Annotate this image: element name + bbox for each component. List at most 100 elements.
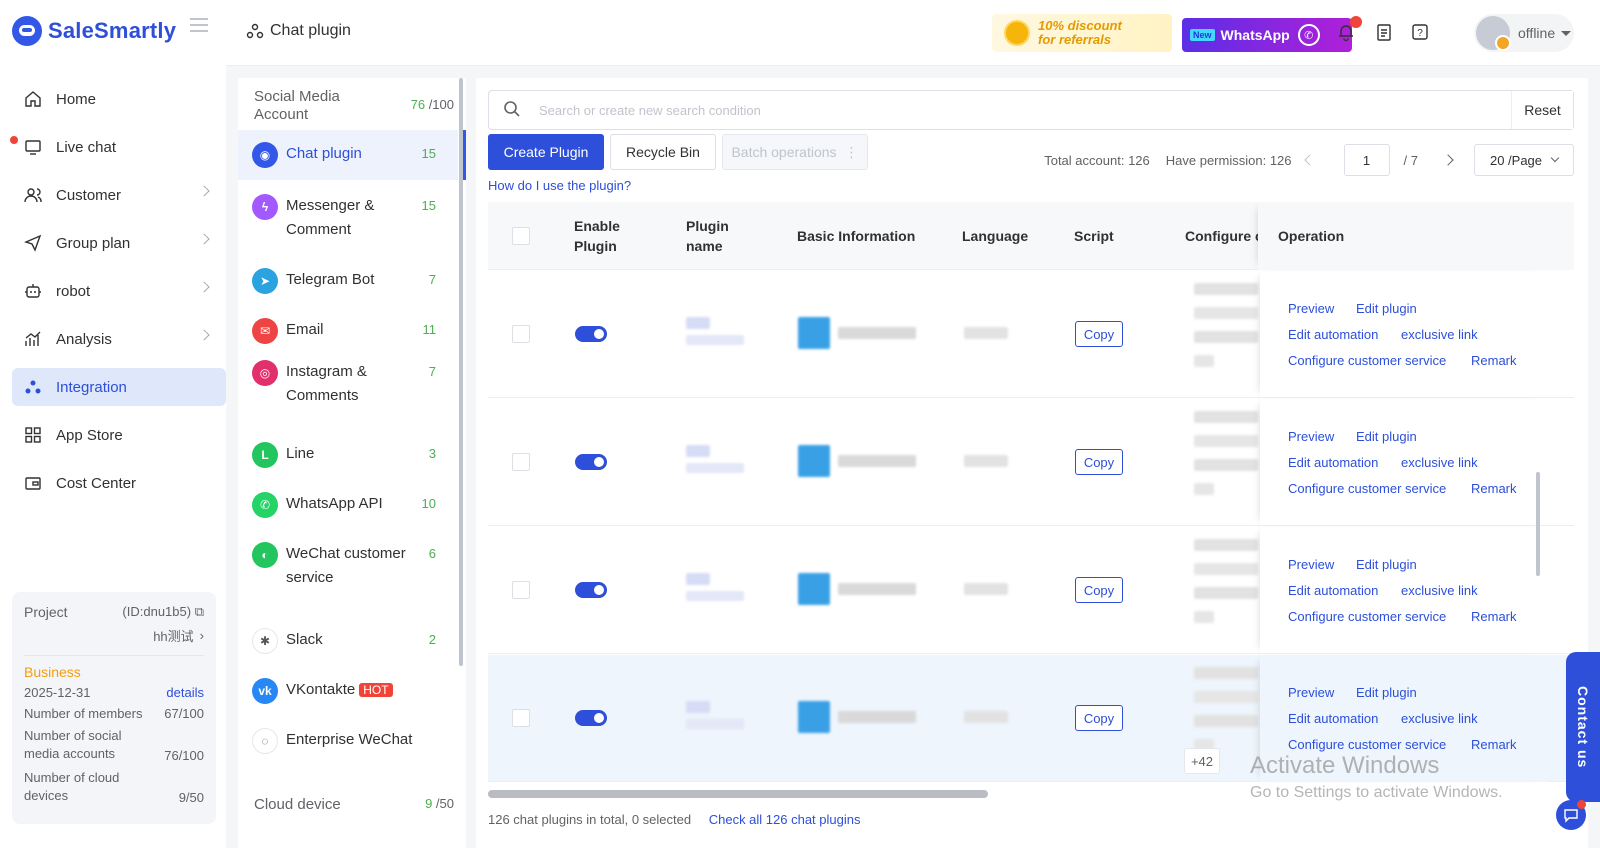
clipboard-icon[interactable]	[1374, 22, 1394, 42]
whatsapp-icon: ✆	[252, 492, 278, 518]
edit-automation-link[interactable]: Edit automation	[1288, 711, 1378, 726]
copy-script-button[interactable]: Copy	[1075, 449, 1123, 475]
channel-item-chat-plugin[interactable]: ◉ Chat plugin 15	[238, 130, 466, 180]
copy-icon[interactable]: ⧉	[195, 604, 204, 619]
channel-item-vkontakte[interactable]: vk VKontakte HOT	[238, 666, 458, 716]
referral-promo-banner[interactable]: 10% discount for referrals	[992, 14, 1172, 52]
preview-link[interactable]: Preview	[1288, 429, 1334, 444]
nav-label: robot	[56, 282, 91, 300]
enable-toggle[interactable]	[575, 582, 607, 598]
edit-plugin-link[interactable]: Edit plugin	[1356, 685, 1417, 700]
page-input[interactable]: 1	[1343, 144, 1390, 176]
home-icon	[24, 90, 42, 108]
chat-bubble-icon[interactable]	[1556, 800, 1586, 830]
nav-item-group-plan[interactable]: Group plan	[12, 224, 226, 262]
channel-item-instagram-comments[interactable]: ◎ Instagram & Comments 7	[238, 348, 458, 422]
channel-list: Social Media Account 76 /100 ◉ Chat plugi…	[238, 78, 466, 848]
configure-customer-service-link[interactable]: Configure customer service	[1288, 737, 1446, 752]
hot-badge: HOT	[359, 683, 393, 697]
configure-customer-service-link[interactable]: Configure customer service	[1288, 353, 1446, 368]
preview-link[interactable]: Preview	[1288, 685, 1334, 700]
nav-item-analysis[interactable]: Analysis	[12, 320, 226, 358]
edit-automation-link[interactable]: Edit automation	[1288, 327, 1378, 342]
how-to-use-link[interactable]: How do I use the plugin?	[488, 178, 631, 193]
row-operations: Preview Edit plugin Edit automation exclusi…	[1260, 399, 1548, 526]
row-checkbox[interactable]	[512, 709, 530, 727]
row-checkbox[interactable]	[512, 325, 530, 343]
channel-item-whatsapp-api[interactable]: ✆ WhatsApp API 10	[238, 480, 458, 530]
nav-label: Customer	[56, 186, 122, 204]
details-link[interactable]: details	[166, 685, 204, 700]
language-redacted	[964, 583, 1008, 595]
exclusive-link[interactable]: exclusive link	[1401, 583, 1478, 598]
table-row: Copy Preview Edit plugin Edit automation exc…	[488, 271, 1574, 398]
configure-customer-service-link[interactable]: Configure customer service	[1288, 609, 1446, 624]
remark-link[interactable]: Remark	[1471, 609, 1517, 624]
row-checkbox[interactable]	[512, 453, 530, 471]
basic-info-redacted	[798, 701, 916, 733]
channel-item-slack[interactable]: ✱ Slack 2	[238, 616, 458, 666]
edit-automation-link[interactable]: Edit automation	[1288, 455, 1378, 470]
brand-logo[interactable]: SaleSmartly	[12, 14, 176, 48]
create-plugin-button[interactable]: Create Plugin	[488, 134, 604, 170]
remark-link[interactable]: Remark	[1471, 737, 1517, 752]
send-icon	[24, 234, 42, 252]
nav-item-integration[interactable]: Integration	[12, 368, 226, 406]
nav-item-app-store[interactable]: App Store	[12, 416, 226, 454]
channel-count: 6	[428, 546, 436, 561]
enable-toggle[interactable]	[575, 710, 607, 726]
copy-script-button[interactable]: Copy	[1075, 705, 1123, 731]
page-size-select[interactable]: 20 /Page	[1474, 144, 1574, 176]
batch-operations-button[interactable]: Batch operations ⋮	[722, 134, 868, 170]
prev-page-icon[interactable]	[1303, 154, 1316, 166]
configure-customer-service-link[interactable]: Configure customer service	[1288, 481, 1446, 496]
exclusive-link[interactable]: exclusive link	[1401, 711, 1478, 726]
nav-item-cost-center[interactable]: Cost Center	[12, 464, 226, 502]
channel-item-telegram-bot[interactable]: ➤ Telegram Bot 7	[238, 256, 458, 306]
col-language: Language	[962, 228, 1029, 244]
check-all-link[interactable]: Check all 126 chat plugins	[709, 812, 861, 827]
reset-button[interactable]: Reset	[1511, 91, 1573, 129]
edit-automation-link[interactable]: Edit automation	[1288, 583, 1378, 598]
search-input[interactable]	[539, 92, 1479, 128]
channel-list-scrollbar[interactable]	[459, 78, 463, 666]
next-page-icon[interactable]	[1442, 154, 1454, 166]
channel-item-wechat-customer-service[interactable]: ◐ WeChat customer service 6	[238, 530, 458, 616]
exclusive-link[interactable]: exclusive link	[1401, 455, 1478, 470]
enable-toggle[interactable]	[575, 454, 607, 470]
edit-plugin-link[interactable]: Edit plugin	[1356, 301, 1417, 316]
select-all-checkbox[interactable]	[512, 227, 530, 245]
remark-link[interactable]: Remark	[1471, 481, 1517, 496]
copy-script-button[interactable]: Copy	[1075, 577, 1123, 603]
recycle-bin-button[interactable]: Recycle Bin	[610, 134, 716, 170]
channel-item-line[interactable]: L Line 3	[238, 430, 458, 480]
channel-item-messenger-comment[interactable]: ϟ Messenger & Comment 15	[238, 182, 458, 256]
channel-item-enterprise-wechat[interactable]: ◌ Enterprise WeChat	[238, 716, 458, 766]
help-icon[interactable]: ?	[1410, 22, 1430, 42]
project-name[interactable]: hh测试	[153, 626, 193, 645]
nav-item-home[interactable]: Home	[12, 80, 226, 118]
main-panel: Reset Create Plugin Recycle Bin Batch op…	[476, 78, 1588, 848]
remark-link[interactable]: Remark	[1471, 353, 1517, 368]
search-icon	[503, 100, 521, 121]
project-id[interactable]: (ID:dnu1b5) ⧉	[122, 604, 204, 620]
row-checkbox[interactable]	[512, 581, 530, 599]
preview-link[interactable]: Preview	[1288, 301, 1334, 316]
contact-us-tab[interactable]: Contact us	[1566, 652, 1600, 802]
whatsapp-promo-banner[interactable]: New WhatsApp ✆	[1182, 18, 1352, 52]
chevron-right-icon[interactable]: ›	[200, 628, 204, 643]
table-vertical-scrollbar[interactable]	[1536, 472, 1540, 576]
nav-item-live-chat[interactable]: Live chat	[10, 128, 226, 166]
preview-link[interactable]: Preview	[1288, 557, 1334, 572]
user-menu[interactable]: offline	[1474, 14, 1574, 52]
exclusive-link[interactable]: exclusive link	[1401, 327, 1478, 342]
nav-item-customer[interactable]: Customer	[12, 176, 226, 214]
more-count-badge[interactable]: +42	[1184, 748, 1220, 774]
edit-plugin-link[interactable]: Edit plugin	[1356, 429, 1417, 444]
nav-item-robot[interactable]: robot	[12, 272, 226, 310]
enable-toggle[interactable]	[575, 326, 607, 342]
copy-script-button[interactable]: Copy	[1075, 321, 1123, 347]
edit-plugin-link[interactable]: Edit plugin	[1356, 557, 1417, 572]
collapse-menu-icon[interactable]	[190, 18, 208, 32]
cloud-device-footer[interactable]: Cloud device 9 /50	[254, 796, 454, 813]
